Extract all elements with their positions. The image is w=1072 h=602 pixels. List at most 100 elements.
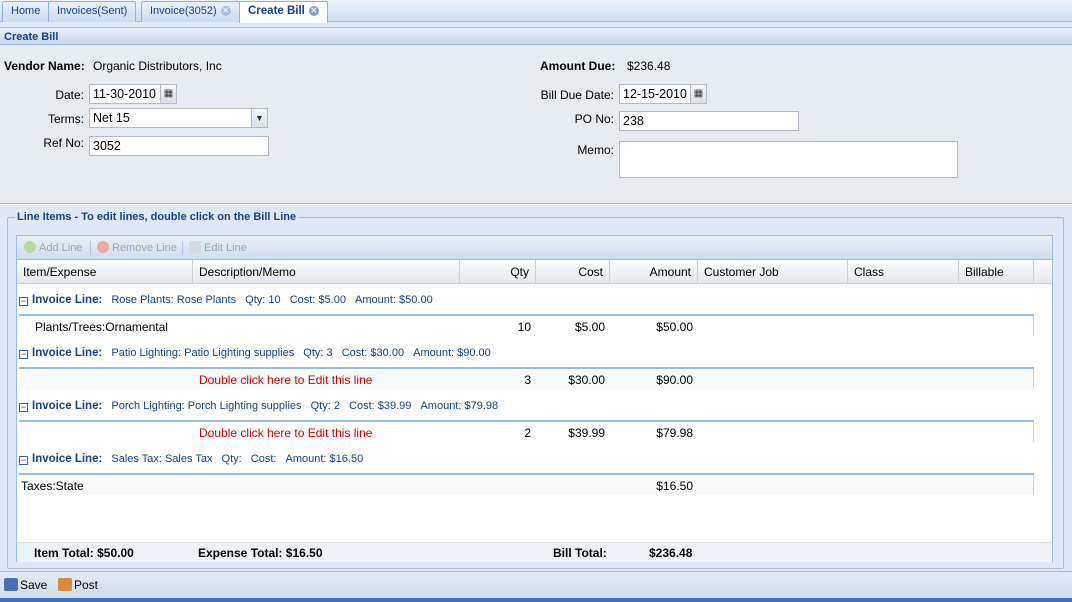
edit-hint-cell[interactable]: Double click here to Edit this line	[199, 426, 372, 440]
add-icon	[24, 241, 36, 253]
totals-bar: Item Total: $50.00 Expense Total: $16.50…	[17, 542, 1052, 562]
calendar-icon[interactable]: ▦	[691, 84, 707, 104]
collapse-icon[interactable]: −	[19, 403, 28, 412]
line-items-toolbar: Add Line Remove Line Edit Line	[16, 235, 1053, 260]
group-summary: Porch Lighting: Porch Lighting supplies	[111, 400, 302, 412]
date-label: Date:	[55, 88, 84, 102]
remove-line-button[interactable]: Remove Line	[97, 241, 177, 254]
post-button[interactable]: Post	[58, 578, 98, 592]
date-field[interactable]	[89, 84, 161, 104]
panel-title: Create Bill	[0, 27, 1072, 45]
invoice-line-group[interactable]: − Invoice Line: Sales Tax: Sales Tax Qty:…	[19, 453, 363, 465]
table-row[interactable]: Plants/Trees:Ornamental 10 $5.00 $50.00	[19, 314, 1034, 336]
group-qty: Qty:	[221, 453, 242, 465]
edit-icon	[189, 241, 201, 253]
remove-icon	[97, 241, 109, 253]
bottom-toolbar: Save Post	[0, 571, 1072, 598]
amount-cell: $79.98	[656, 426, 693, 440]
add-line-button[interactable]: Add Line	[24, 241, 82, 254]
group-cost: Cost: $5.00	[289, 294, 346, 306]
tab-invoice-3052[interactable]: Invoice(3052) ✕	[141, 1, 240, 22]
amount-cell: $16.50	[656, 479, 693, 493]
group-amount: Amount: $50.00	[355, 294, 433, 306]
collapse-icon[interactable]: −	[19, 456, 28, 465]
post-icon	[58, 578, 72, 591]
invoice-line-group[interactable]: − Invoice Line: Rose Plants: Rose Plants …	[19, 294, 433, 306]
group-cost: Cost: $39.99	[349, 400, 412, 412]
due-date-label: Bill Due Date:	[540, 88, 614, 102]
cost-cell: $5.00	[574, 320, 605, 334]
table-row[interactable]: Taxes:State $16.50	[19, 473, 1034, 495]
close-icon[interactable]: ✕	[308, 6, 319, 16]
column-header[interactable]: Description/Memo	[193, 260, 460, 284]
group-amount: Amount: $79.98	[420, 400, 499, 412]
ref-field[interactable]	[89, 136, 269, 156]
group-label: Invoice Line:	[32, 400, 103, 412]
remove-line-label: Remove Line	[112, 242, 177, 254]
chevron-down-icon[interactable]: ▼	[252, 108, 268, 128]
save-button[interactable]: Save	[4, 578, 47, 592]
column-header[interactable]: Qty	[460, 260, 536, 284]
invoice-line-group[interactable]: − Invoice Line: Patio Lighting: Patio Lig…	[19, 347, 491, 359]
po-label: PO No:	[574, 112, 614, 126]
line-items-grid: Item/Expense Description/Memo Qty Cost A…	[16, 260, 1053, 562]
qty-cell: 10	[517, 320, 531, 334]
group-amount: Amount: $16.50	[285, 453, 364, 465]
toolbar-separator	[182, 241, 183, 255]
group-label: Invoice Line:	[32, 453, 103, 465]
amount-due-label: Amount Due:	[540, 59, 616, 73]
collapse-icon[interactable]: −	[19, 350, 28, 359]
qty-cell: 2	[524, 426, 531, 440]
group-qty: Qty: 3	[303, 347, 333, 359]
column-header[interactable]: Class	[848, 260, 959, 284]
add-line-label: Add Line	[39, 242, 83, 254]
tab-label: Invoice(3052)	[150, 5, 217, 17]
calendar-icon[interactable]: ▦	[161, 84, 177, 104]
qty-cell: 3	[524, 373, 531, 387]
tab-home[interactable]: Home	[2, 1, 50, 22]
collapse-icon[interactable]: −	[19, 297, 28, 306]
edit-hint-cell[interactable]: Double click here to Edit this line	[199, 373, 372, 387]
group-cost: Cost:	[250, 453, 277, 465]
po-field[interactable]	[619, 111, 799, 131]
vendor-label: Vendor Name:	[4, 59, 85, 73]
table-row[interactable]: Double click here to Edit this line 3 $3…	[19, 367, 1034, 389]
expense-total: Expense Total: $16.50	[198, 546, 323, 560]
amount-due-value: $236.48	[627, 59, 671, 73]
column-header[interactable]: Customer Job	[698, 260, 848, 284]
bill-total-label: Bill Total:	[553, 546, 607, 560]
cost-cell: $30.00	[568, 373, 605, 387]
floppy-disk-icon	[4, 578, 18, 591]
edit-line-button[interactable]: Edit Line	[189, 241, 247, 254]
column-header[interactable]: Amount	[610, 260, 698, 284]
group-qty: Qty: 10	[245, 294, 281, 306]
item-cell: Taxes:State	[21, 479, 84, 493]
tab-invoices-sent[interactable]: Invoices(Sent)	[48, 1, 137, 22]
ref-label: Ref No:	[43, 136, 84, 150]
close-icon[interactable]: ✕	[220, 6, 231, 16]
group-amount: Amount: $90.00	[413, 347, 491, 359]
column-header[interactable]: Billable	[959, 260, 1034, 284]
column-header[interactable]: Cost	[536, 260, 610, 284]
invoice-line-group[interactable]: − Invoice Line: Porch Lighting: Porch Lig…	[19, 400, 498, 412]
memo-field[interactable]	[619, 141, 958, 178]
tab-create-bill[interactable]: Create Bill ✕	[239, 1, 328, 23]
window-edge	[0, 598, 1072, 602]
cost-cell: $39.99	[568, 426, 605, 440]
tab-bar: Home Invoices(Sent) Invoice(3052) ✕ Creat…	[0, 0, 1072, 23]
column-header[interactable]: Item/Expense	[17, 260, 193, 284]
amount-cell: $50.00	[656, 320, 693, 334]
item-total: Item Total: $50.00	[34, 546, 134, 560]
post-label: Post	[74, 578, 99, 592]
memo-label: Memo:	[577, 143, 614, 157]
line-items-legend: Line Items - To edit lines, double click…	[15, 211, 299, 223]
toolbar-separator	[90, 241, 91, 255]
edit-line-label: Edit Line	[204, 242, 247, 254]
tab-label: Home	[11, 5, 41, 17]
terms-select[interactable]	[89, 108, 252, 128]
due-date-field[interactable]	[619, 84, 691, 104]
tab-label: Create Bill	[248, 5, 305, 17]
table-row[interactable]: Double click here to Edit this line 2 $3…	[19, 420, 1034, 442]
tab-label: Invoices(Sent)	[57, 5, 128, 17]
bill-total-value: $236.48	[649, 546, 693, 560]
